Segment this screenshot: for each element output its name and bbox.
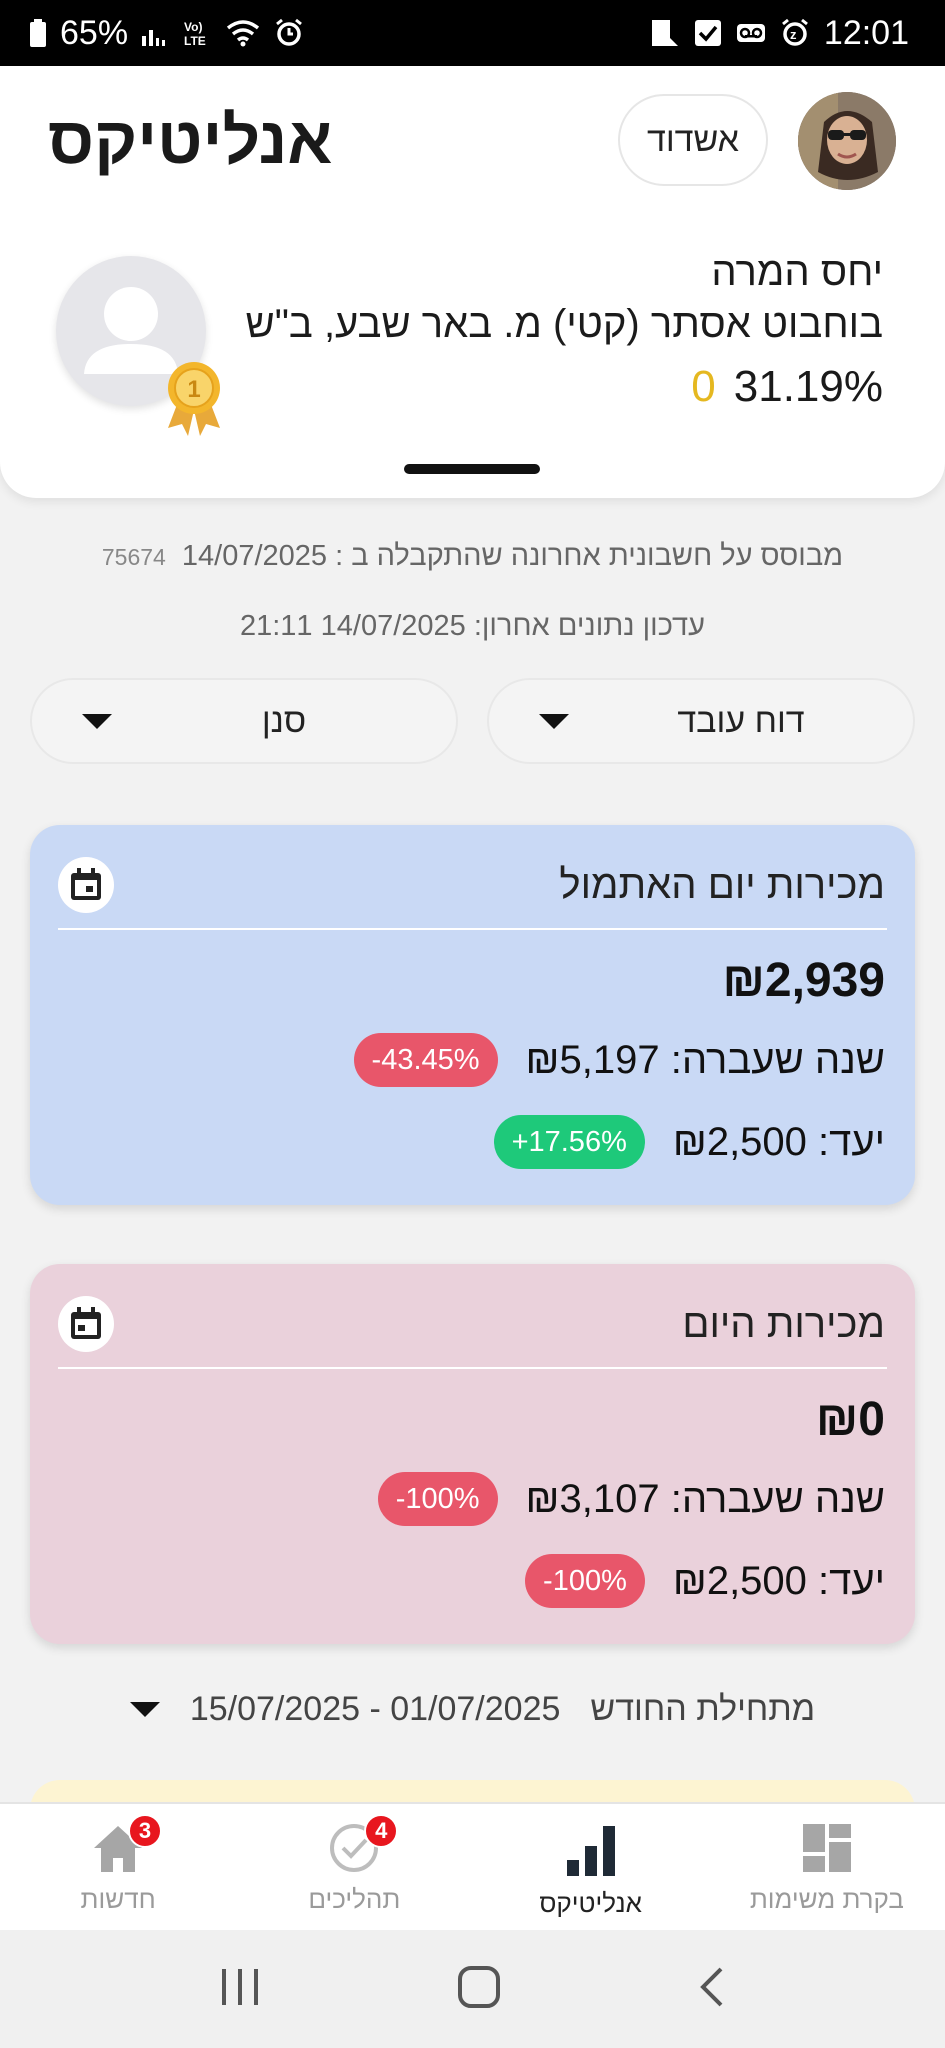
svg-text:z: z: [790, 27, 797, 42]
target-change-badge: -100%: [525, 1554, 645, 1608]
sales-amount: ₪0: [815, 1393, 885, 1446]
based-on-line: 75674 מבוסס על חשבונית אחרונה שהתקבלה ב …: [0, 540, 945, 573]
conversion-row: 0 31.19%: [691, 362, 883, 412]
volte-icon: Vo) LTE: [182, 18, 212, 48]
notification-icon: [650, 18, 680, 48]
date-range-selector[interactable]: 15/07/2025 - 01/07/2025 מתחילת החודש: [0, 1690, 945, 1729]
medal-rank: 1: [187, 376, 200, 403]
avatar[interactable]: [798, 92, 896, 190]
nav-item-task-control[interactable]: בקרת משימות: [709, 1804, 945, 1930]
target-value: יעד: ₪2,500: [672, 1119, 885, 1164]
chevron-down-icon: [82, 713, 112, 729]
report-dropdown[interactable]: דוח עובד: [487, 678, 915, 764]
card-divider: [58, 928, 887, 930]
back-icon[interactable]: [697, 1965, 727, 2014]
news-badge: 3: [128, 1814, 162, 1848]
voicemail-icon: [736, 23, 766, 43]
alarm-z-icon: z: [780, 18, 810, 48]
drag-handle[interactable]: [404, 464, 540, 474]
target-value: יעד: ₪2,500: [672, 1558, 885, 1603]
clock: 12:01: [823, 13, 909, 52]
conversion-value: 31.19%: [733, 362, 883, 411]
sales-amount: ₪2,939: [722, 954, 885, 1007]
nav-label: חדשות: [80, 1884, 156, 1914]
report-label: דוח עובד: [677, 701, 805, 740]
chevron-down-icon: [539, 713, 569, 729]
today-sales-card[interactable]: מכירות היום ₪0 שנה שעברה: ₪3,107 -100% י…: [30, 1264, 915, 1644]
status-bar: 65% Vo) LTE z 12:01: [0, 0, 945, 66]
page-title: אנליטיקס: [48, 103, 333, 177]
wifi-icon: [226, 19, 260, 47]
alarm-icon: [274, 18, 304, 48]
nav-item-analytics[interactable]: אנליטיקס: [473, 1804, 709, 1930]
processes-badge: 4: [364, 1814, 399, 1848]
checkbox-icon: [694, 19, 722, 47]
medal-icon: 1: [164, 358, 224, 438]
nav-item-news[interactable]: 3 חדשות: [0, 1804, 236, 1930]
recents-icon[interactable]: [218, 1967, 262, 2012]
branch-filter-label: סנן: [261, 701, 307, 740]
signal-icon: [142, 20, 168, 46]
last-year-change-badge: -43.45%: [353, 1033, 498, 1087]
battery-icon: [30, 19, 46, 47]
last-year-value: שנה שעברה: ₪5,197: [525, 1037, 885, 1082]
svg-text:Vo): Vo): [184, 20, 202, 34]
home-button-icon[interactable]: [457, 1965, 501, 2014]
bar-chart-icon: [566, 1826, 615, 1876]
dashboard-icon: [802, 1824, 851, 1872]
last-year-row: שנה שעברה: ₪3,107 -100%: [377, 1472, 885, 1526]
last-year-value: שנה שעברה: ₪3,107: [525, 1476, 885, 1521]
store-name: בוחבוט אסתר (קטי) מ. באר שבע, ב"ש: [245, 302, 884, 346]
last-year-change-badge: -100%: [377, 1472, 498, 1526]
card-title: מכירות יום האתמול: [559, 863, 885, 907]
system-nav-bar: [0, 1930, 945, 2048]
target-row: יעד: ₪2,500 -100%: [525, 1554, 885, 1608]
chevron-down-icon: [129, 1702, 160, 1717]
bottom-nav: 3 חדשות 4 תהליכים אנליטיקס בקרת משימות: [0, 1802, 945, 1930]
medal-count: 0: [691, 362, 716, 411]
calendar-icon[interactable]: [58, 857, 114, 913]
card-title: מכירות היום: [682, 1302, 885, 1346]
branch-filter-dropdown[interactable]: סנן: [30, 678, 458, 764]
based-on-text: מבוסס על חשבונית אחרונה שהתקבלה ב : 14/0…: [181, 540, 844, 572]
last-year-row: שנה שעברה: ₪5,197 -43.45%: [353, 1033, 885, 1087]
date-range-value: 15/07/2025 - 01/07/2025: [189, 1690, 561, 1728]
header-card: אנליטיקס אשדוד יחס המרה בוחבוט אסתר (קטי…: [0, 66, 945, 498]
target-change-badge: +17.56%: [493, 1115, 645, 1169]
card-divider: [58, 1367, 887, 1369]
yesterday-sales-card[interactable]: מכירות יום האתמול ₪2,939 שנה שעברה: ₪5,1…: [30, 825, 915, 1205]
date-range-label: מתחילת החודש: [590, 1690, 816, 1728]
calendar-icon[interactable]: [58, 1296, 114, 1352]
svg-text:LTE: LTE: [184, 34, 206, 48]
conversion-label: יחס המרה: [711, 250, 883, 294]
city-button[interactable]: אשדוד: [618, 94, 768, 186]
last-update: עדכון נתונים אחרון: 14/07/2025 21:11: [239, 610, 706, 642]
target-row: יעד: ₪2,500 +17.56%: [493, 1115, 885, 1169]
nav-label: אנליטיקס: [539, 1888, 642, 1918]
nav-item-processes[interactable]: 4 תהליכים: [236, 1804, 472, 1930]
battery-percent: 65%: [60, 13, 129, 52]
nav-label: תהליכים: [308, 1884, 401, 1914]
invoice-id: 75674: [101, 544, 166, 570]
nav-label: בקרת משימות: [749, 1884, 904, 1914]
